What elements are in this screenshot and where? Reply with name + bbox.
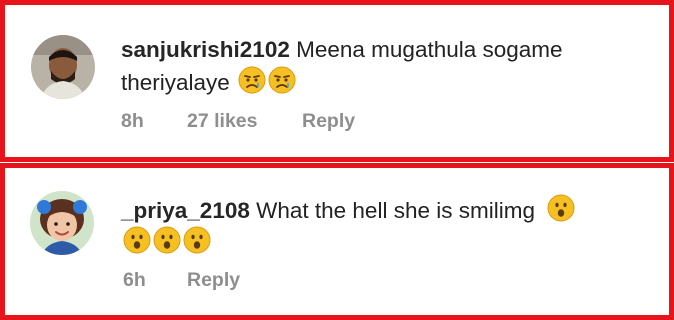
- hushed-face-icon: [153, 226, 181, 262]
- reply-button[interactable]: Reply: [302, 110, 355, 133]
- comment-text: Meena mugathula sogame: [296, 37, 563, 62]
- avatar-man-image: [31, 35, 95, 99]
- comment-text-line-2: [121, 226, 211, 262]
- username[interactable]: sanjukrishi2102: [121, 37, 290, 62]
- crying-face-icon: [268, 66, 296, 102]
- comment-time: 6h: [123, 269, 146, 291]
- comment-text-line-1: _priya_2108 What the hell she is smilimg: [121, 194, 575, 230]
- hushed-face-icon: [123, 226, 151, 262]
- avatar[interactable]: [31, 35, 95, 99]
- comment-card: [0, 0, 674, 162]
- comment-text-line-1: sanjukrishi2102 Meena mugathula sogame: [121, 35, 563, 65]
- username[interactable]: _priya_2108: [121, 198, 250, 223]
- comment-text: What the hell she is smilimg: [256, 197, 535, 223]
- comment-time: 8h: [121, 110, 144, 132]
- avatar-girl-image: [30, 191, 94, 255]
- hushed-face-icon: [547, 194, 575, 230]
- likes-count[interactable]: 27 likes: [187, 110, 257, 133]
- hushed-face-icon: [183, 226, 211, 262]
- crying-face-icon: [238, 66, 266, 102]
- avatar[interactable]: [30, 191, 94, 255]
- reply-button[interactable]: Reply: [187, 269, 240, 292]
- comment-card: [0, 163, 674, 320]
- comment-text-cont: theriyalaye: [121, 69, 230, 95]
- comment-text-line-2: theriyalaye: [121, 66, 296, 102]
